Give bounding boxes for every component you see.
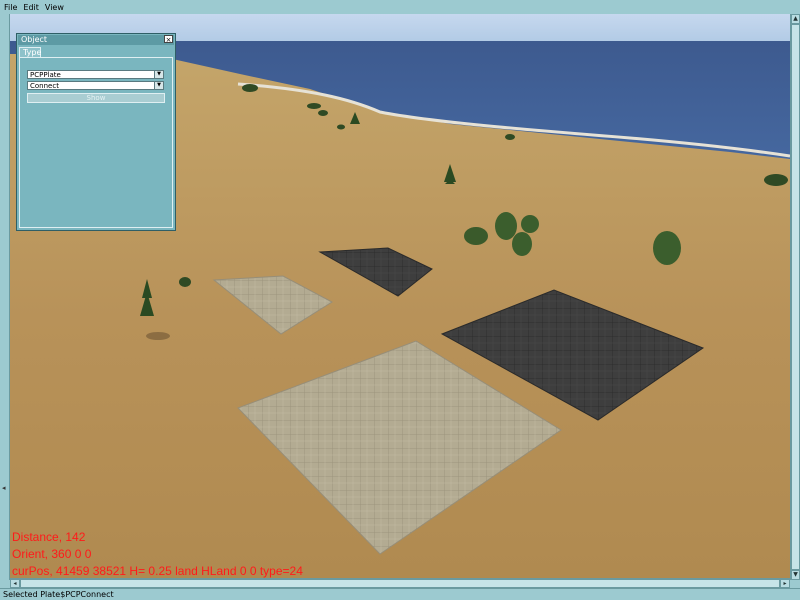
- scroll-left-icon[interactable]: ◂: [10, 579, 20, 588]
- chevron-down-icon[interactable]: ▼: [154, 71, 163, 78]
- tab-type[interactable]: Type: [19, 47, 41, 57]
- type-select[interactable]: PCPPlate ▼: [27, 70, 164, 79]
- menu-bar: File Edit View: [0, 0, 800, 14]
- close-icon[interactable]: ×: [164, 35, 173, 44]
- left-rail: ◂: [0, 14, 10, 580]
- type-select-value: PCPPlate: [30, 71, 61, 79]
- scroll-down-icon[interactable]: ▼: [791, 570, 800, 580]
- object-panel: Object × Type PCPPlate ▼ Connect ▼ Show: [16, 33, 176, 231]
- vertical-scrollbar[interactable]: ▲ ▼: [790, 14, 800, 580]
- horizontal-scroll-thumb[interactable]: [20, 579, 780, 588]
- scroll-right-icon[interactable]: ▸: [780, 579, 790, 588]
- left-rail-marker-icon: ◂: [2, 484, 6, 492]
- distance-readout: Distance, 142: [12, 530, 86, 544]
- orient-readout: Orient, 360 0 0: [12, 547, 92, 561]
- menu-edit[interactable]: Edit: [20, 3, 42, 12]
- debug-overlay: Distance, 142 Orient, 360 0 0 curPos, 41…: [12, 529, 303, 580]
- mode-select[interactable]: Connect ▼: [27, 81, 164, 90]
- menu-file[interactable]: File: [0, 3, 20, 12]
- object-panel-title[interactable]: Object: [18, 35, 174, 45]
- show-button[interactable]: Show: [27, 93, 165, 103]
- mode-select-value: Connect: [30, 82, 59, 90]
- chevron-down-icon[interactable]: ▼: [154, 82, 163, 89]
- vertical-scroll-thumb[interactable]: [791, 24, 800, 570]
- scroll-up-icon[interactable]: ▲: [791, 14, 800, 24]
- status-bar: Selected Plate$PCPConnect: [0, 588, 800, 600]
- menu-view[interactable]: View: [42, 3, 67, 12]
- curpos-readout: curPos, 41459 38521 H= 0.25 land HLand 0…: [12, 564, 303, 578]
- status-text: Selected Plate$PCPConnect: [3, 590, 114, 599]
